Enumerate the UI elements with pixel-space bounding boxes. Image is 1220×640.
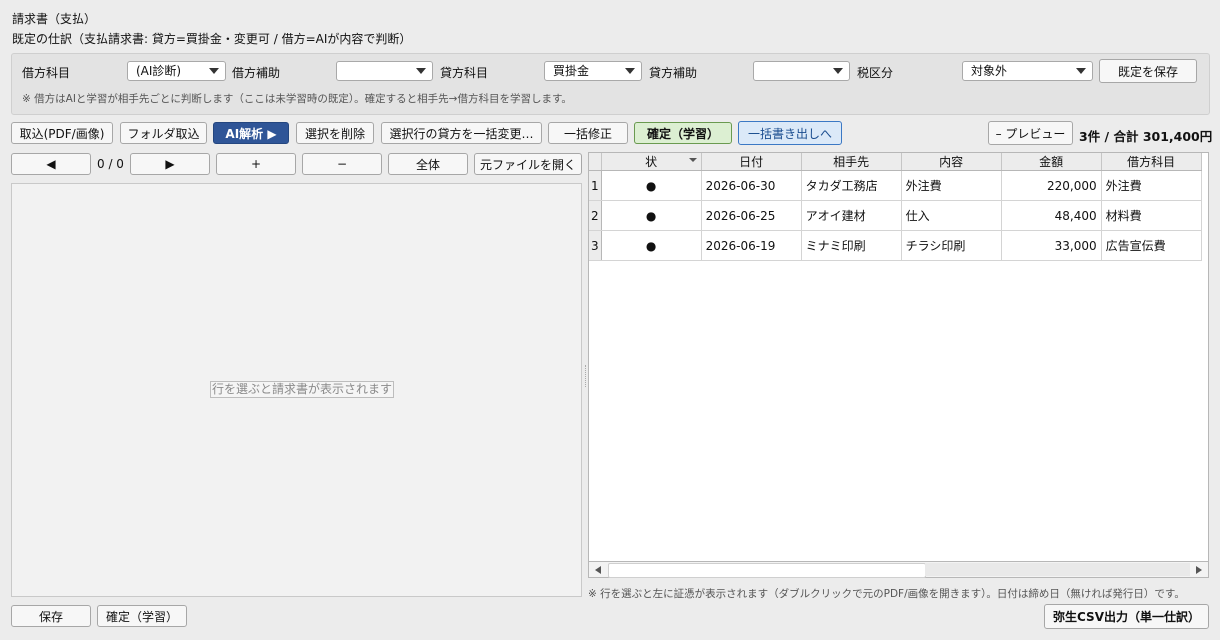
next-page-button[interactable]: ▶ xyxy=(130,153,210,175)
document-viewer[interactable]: 行を選ぶと請求書が表示されます xyxy=(11,183,582,597)
prev-page-button[interactable]: ◀ xyxy=(11,153,91,175)
credit-sub-label: 貸方補助 xyxy=(649,66,698,80)
tax-label: 税区分 xyxy=(857,66,894,80)
status-dot: ● xyxy=(601,230,702,261)
vendor-cell[interactable]: ミナミ印刷 xyxy=(801,230,902,261)
table-row[interactable]: 3 ● 2026-06-19 ミナミ印刷 チラシ印刷 33,000 広告宣伝費 xyxy=(589,230,1202,261)
viewer-placeholder: 行を選ぶと請求書が表示されます xyxy=(210,381,395,398)
defaults-note: ※ 借方はAIと学習が相手先ごとに判断します（ここは未学習時の既定）。確定すると… xyxy=(22,93,572,105)
export-csv-button[interactable]: 弥生CSV出力（単一仕訳） xyxy=(1044,604,1209,629)
debit-account-label: 借方科目 xyxy=(22,66,71,80)
scrollbar-thumb[interactable] xyxy=(608,563,926,578)
credit-account-select[interactable]: 買掛金 xyxy=(544,61,642,81)
horizontal-scrollbar[interactable] xyxy=(588,561,1209,578)
fit-all-button[interactable]: 全体 xyxy=(388,153,468,175)
column-header-debit[interactable]: 借方科目 xyxy=(1101,153,1202,171)
folder-import-button[interactable]: フォルダ取込 xyxy=(120,122,207,144)
page-indicator: 0 / 0 xyxy=(97,157,124,171)
credit-sub-select[interactable] xyxy=(753,61,850,81)
date-cell[interactable]: 2026-06-30 xyxy=(701,170,802,201)
debit-account-value: (AI診断) xyxy=(136,64,182,78)
column-header-content[interactable]: 内容 xyxy=(901,153,1002,171)
column-header-label: 状 xyxy=(645,155,658,169)
chevron-down-icon xyxy=(827,62,849,80)
column-header-vendor[interactable]: 相手先 xyxy=(801,153,902,171)
content-cell[interactable]: チラシ印刷 xyxy=(901,230,1002,261)
chevron-down-icon xyxy=(410,62,432,80)
content-cell[interactable]: 仕入 xyxy=(901,200,1002,231)
debit-sub-label: 借方補助 xyxy=(232,66,281,80)
bulk-change-credit-button[interactable]: 選択行の貸方を一括変更… xyxy=(381,122,542,144)
column-header-date[interactable]: 日付 xyxy=(701,153,802,171)
scrollbar-track xyxy=(925,563,1190,576)
zoom-out-button[interactable]: − xyxy=(302,153,382,175)
vendor-cell[interactable]: アオイ建材 xyxy=(801,200,902,231)
table-row[interactable]: 2 ● 2026-06-25 アオイ建材 仕入 48,400 材料費 xyxy=(589,200,1202,231)
content-cell[interactable]: 外注費 xyxy=(901,170,1002,201)
row-number: 3 xyxy=(589,230,602,261)
footer-confirm-learn-button[interactable]: 確定（学習） xyxy=(97,605,187,627)
status-dot: ● xyxy=(601,170,702,201)
vendor-cell[interactable]: タカダ工務店 xyxy=(801,170,902,201)
table-header-row: 状 日付 相手先 内容 金額 借方科目 xyxy=(589,153,1202,171)
preview-toggle-button[interactable]: – プレビュー xyxy=(988,121,1073,145)
date-cell[interactable]: 2026-06-25 xyxy=(701,200,802,231)
import-button[interactable]: 取込(PDF/画像) xyxy=(11,122,113,144)
bulk-export-button[interactable]: 一括書き出しへ xyxy=(738,121,842,145)
page-subtitle: 既定の仕訳（支払請求書: 貸方=買掛金・変更可 / 借方=AIが内容で判断） xyxy=(12,32,412,46)
debit-cell[interactable]: 広告宣伝費 xyxy=(1101,230,1202,261)
table-note: ※ 行を選ぶと左に証憑が表示されます（ダブルクリックで元のPDF/画像を開きます… xyxy=(588,588,1185,600)
tax-value: 対象外 xyxy=(971,64,1008,78)
scroll-left-icon[interactable] xyxy=(595,566,601,574)
amount-cell[interactable]: 48,400 xyxy=(1001,200,1102,231)
sort-arrow-icon xyxy=(688,158,697,162)
column-header-status[interactable]: 状 xyxy=(601,153,702,171)
delete-selected-button[interactable]: 選択を削除 xyxy=(296,122,374,144)
zoom-in-button[interactable]: + xyxy=(216,153,296,175)
row-number: 1 xyxy=(589,170,602,201)
debit-account-select[interactable]: (AI診断) xyxy=(127,61,226,81)
page-title: 請求書（支払） xyxy=(12,12,97,26)
chevron-down-icon xyxy=(619,62,641,80)
credit-account-value: 買掛金 xyxy=(553,64,590,78)
status-dot: ● xyxy=(601,200,702,231)
row-number: 2 xyxy=(589,200,602,231)
column-header-amount[interactable]: 金額 xyxy=(1001,153,1102,171)
debit-cell[interactable]: 材料費 xyxy=(1101,200,1202,231)
amount-cell[interactable]: 220,000 xyxy=(1001,170,1102,201)
bulk-fix-button[interactable]: 一括修正 xyxy=(548,122,628,144)
open-original-button[interactable]: 元ファイルを開く xyxy=(474,153,582,175)
confirm-learn-button[interactable]: 確定（学習） xyxy=(634,122,732,144)
chevron-down-icon xyxy=(203,62,225,80)
save-defaults-button[interactable]: 既定を保存 xyxy=(1099,59,1197,83)
amount-cell[interactable]: 33,000 xyxy=(1001,230,1102,261)
ai-analyze-button[interactable]: AI解析 ▶ xyxy=(213,122,289,144)
summary-text: 3件 / 合計 301,400円 xyxy=(1079,129,1213,144)
chevron-down-icon xyxy=(1070,62,1092,80)
invoice-table: 状 日付 相手先 内容 金額 借方科目 1 ● 2026-06-30 タカダ工務… xyxy=(588,152,1209,578)
credit-account-label: 貸方科目 xyxy=(440,66,489,80)
table-row[interactable]: 1 ● 2026-06-30 タカダ工務店 外注費 220,000 外注費 xyxy=(589,170,1202,201)
debit-cell[interactable]: 外注費 xyxy=(1101,170,1202,201)
tax-select[interactable]: 対象外 xyxy=(962,61,1093,81)
save-button[interactable]: 保存 xyxy=(11,605,91,627)
row-number-header xyxy=(589,153,602,171)
date-cell[interactable]: 2026-06-19 xyxy=(701,230,802,261)
debit-sub-select[interactable] xyxy=(336,61,433,81)
scroll-right-icon[interactable] xyxy=(1196,566,1202,574)
